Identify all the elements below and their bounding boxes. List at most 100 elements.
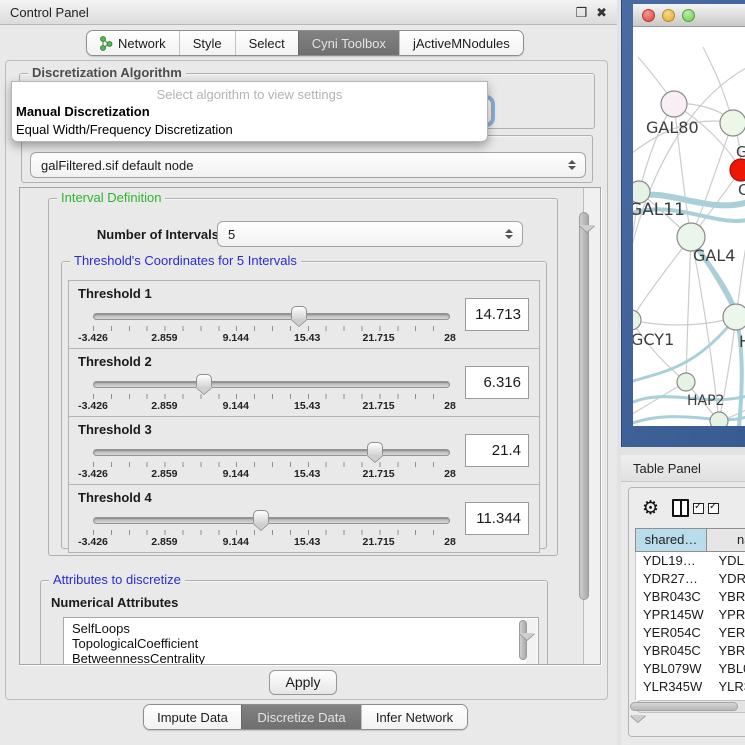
number-of-intervals-label: Number of Intervals bbox=[89, 227, 219, 242]
tab-cyni-toolbox[interactable]: Cyni Toolbox bbox=[298, 31, 399, 55]
tab-label: Cyni Toolbox bbox=[312, 36, 386, 51]
attribute-item[interactable]: TopologicalCoefficient bbox=[72, 636, 538, 651]
network-node-label: GAL80 bbox=[646, 118, 699, 137]
table-cell[interactable]: YBR0 bbox=[708, 642, 745, 660]
slider-ticks bbox=[93, 462, 450, 467]
slider-track[interactable] bbox=[93, 449, 450, 456]
threshold-value-field[interactable]: 14.713 bbox=[465, 298, 529, 331]
list-scrollbar[interactable] bbox=[526, 619, 537, 665]
table-cell[interactable]: YLR345W bbox=[636, 678, 708, 696]
network-edge bbox=[633, 317, 736, 325]
table-cell[interactable]: YDL19… bbox=[636, 552, 708, 570]
dropdown-prompt-item[interactable]: Select algorithm to view settings bbox=[12, 86, 487, 103]
tick-label: 9.144 bbox=[223, 468, 249, 480]
tab-impute-data[interactable]: Impute Data bbox=[144, 705, 241, 729]
network-node[interactable] bbox=[710, 412, 728, 426]
close-window-icon[interactable]: ✖ bbox=[596, 6, 607, 19]
table-cell[interactable]: YLR3 bbox=[708, 678, 745, 696]
dropdown-option-manual-discretization[interactable]: Manual Discretization bbox=[12, 103, 487, 121]
slider-thumb[interactable] bbox=[291, 306, 307, 319]
table-cell[interactable]: YPR145W bbox=[636, 606, 708, 624]
column-header-name[interactable]: na bbox=[707, 528, 745, 552]
float-window-icon[interactable]: ❒ bbox=[575, 6, 587, 19]
table-row[interactable]: YDR27…YDR2 bbox=[636, 570, 745, 588]
split-columns-icon[interactable] bbox=[672, 499, 689, 517]
tab-label: jActiveMNodules bbox=[413, 36, 510, 51]
table-cell[interactable]: YBR0 bbox=[708, 588, 745, 606]
tick-label: 28 bbox=[444, 536, 456, 548]
table-row[interactable]: YPR145WYPR1 bbox=[636, 606, 745, 624]
dropdown-option-equal-width-frequency[interactable]: Equal Width/Frequency Discretization bbox=[12, 121, 487, 139]
table-row[interactable]: YER054CYER0 bbox=[636, 624, 745, 642]
network-node[interactable] bbox=[720, 110, 745, 136]
slider-track[interactable] bbox=[93, 313, 450, 320]
settings-vertical-scrollbar[interactable] bbox=[583, 188, 600, 664]
network-window-titlebar[interactable] bbox=[633, 4, 745, 27]
table-cell[interactable]: YBL079W bbox=[636, 660, 708, 678]
network-canvas[interactable]: GAL80GACGAL11GAL4GCY1HHAP2 bbox=[633, 27, 745, 426]
threshold-slider[interactable]: -3.4262.8599.14415.4321.71528 bbox=[93, 309, 450, 347]
table-cell[interactable]: YDR2 bbox=[708, 570, 745, 588]
table-row[interactable]: YBL079WYBL0 bbox=[636, 660, 745, 678]
numerical-attributes-list[interactable]: SelfLoopsTopologicalCoefficientBetweenne… bbox=[63, 617, 539, 665]
network-view-window: GAL80GACGAL11GAL4GCY1HHAP2 bbox=[621, 0, 745, 447]
network-node[interactable] bbox=[677, 373, 695, 391]
slider-thumb[interactable] bbox=[367, 442, 383, 455]
table-cell[interactable]: YBR043C bbox=[636, 588, 708, 606]
tick-label: 15.43 bbox=[294, 400, 320, 412]
table-cell[interactable]: YDR27… bbox=[636, 570, 708, 588]
scrollbar-thumb[interactable] bbox=[579, 212, 589, 600]
network-node-label: C bbox=[738, 181, 745, 199]
checkbox-checked-icon[interactable] bbox=[693, 503, 704, 514]
table-cell[interactable]: YBL0 bbox=[708, 660, 745, 678]
threshold-slider[interactable]: -3.4262.8599.14415.4321.71528 bbox=[93, 513, 450, 551]
tab-style[interactable]: Style bbox=[179, 31, 235, 55]
table-cell[interactable]: YER0 bbox=[708, 624, 745, 642]
scrollbar-thumb[interactable] bbox=[630, 702, 738, 711]
table-cell[interactable]: YPR1 bbox=[708, 606, 745, 624]
attribute-item[interactable]: BetweennessCentrality bbox=[72, 651, 538, 665]
tab-jactivemnodules[interactable]: jActiveMNodules bbox=[399, 31, 523, 55]
minimize-traffic-light-icon[interactable] bbox=[662, 9, 675, 22]
threshold-slider[interactable]: -3.4262.8599.14415.4321.71528 bbox=[93, 445, 450, 483]
tab-network[interactable]: Network bbox=[87, 31, 179, 55]
table-cell[interactable]: YBR045C bbox=[636, 642, 708, 660]
threshold-value-field[interactable]: 6.316 bbox=[465, 366, 529, 399]
table-row[interactable]: YLR345WYLR3 bbox=[636, 678, 745, 696]
threshold-value-field[interactable]: 11.344 bbox=[465, 502, 529, 535]
tick-label: 28 bbox=[444, 332, 456, 344]
tab-select[interactable]: Select bbox=[235, 31, 298, 55]
tick-label: -3.426 bbox=[78, 400, 108, 412]
network-node[interactable] bbox=[661, 91, 687, 117]
slider-thumb[interactable] bbox=[196, 374, 212, 387]
threshold-value-field[interactable]: 21.4 bbox=[465, 434, 529, 467]
table-row[interactable]: YBR045CYBR0 bbox=[636, 642, 745, 660]
network-node-label: H bbox=[739, 332, 745, 351]
slider-track[interactable] bbox=[93, 381, 450, 388]
tick-label: 21.715 bbox=[363, 536, 395, 548]
network-edge bbox=[633, 237, 691, 320]
number-of-intervals-combobox[interactable]: 5 bbox=[217, 221, 523, 247]
table-horizontal-scrollbar[interactable] bbox=[635, 700, 745, 713]
column-header-shared-name[interactable]: shared… bbox=[635, 528, 707, 552]
network-node[interactable] bbox=[633, 310, 641, 330]
table-row[interactable]: YDL19…YDL1 bbox=[636, 552, 745, 570]
table-row[interactable]: YBR043CYBR0 bbox=[636, 588, 745, 606]
slider-thumb[interactable] bbox=[253, 510, 269, 523]
network-node[interactable] bbox=[723, 304, 745, 330]
network-node-label: HAP2 bbox=[687, 393, 724, 409]
tab-infer-network[interactable]: Infer Network bbox=[361, 705, 467, 729]
apply-button[interactable]: Apply bbox=[269, 670, 337, 695]
table-data-combobox[interactable]: galFiltered.sif default node bbox=[30, 152, 586, 178]
network-node[interactable] bbox=[730, 159, 745, 181]
table-cell[interactable]: YER054C bbox=[636, 624, 708, 642]
table-cell[interactable]: YDL1 bbox=[708, 552, 745, 570]
zoom-traffic-light-icon[interactable] bbox=[682, 9, 695, 22]
tab-discretize-data[interactable]: Discretize Data bbox=[241, 705, 361, 729]
slider-track[interactable] bbox=[93, 517, 450, 524]
threshold-slider[interactable]: -3.4262.8599.14415.4321.71528 bbox=[93, 377, 450, 415]
attribute-item[interactable]: SelfLoops bbox=[72, 621, 538, 636]
close-traffic-light-icon[interactable] bbox=[642, 9, 655, 22]
checkbox-checked-icon[interactable] bbox=[708, 503, 719, 514]
settings-gear-icon[interactable]: ⚙ bbox=[642, 499, 659, 518]
